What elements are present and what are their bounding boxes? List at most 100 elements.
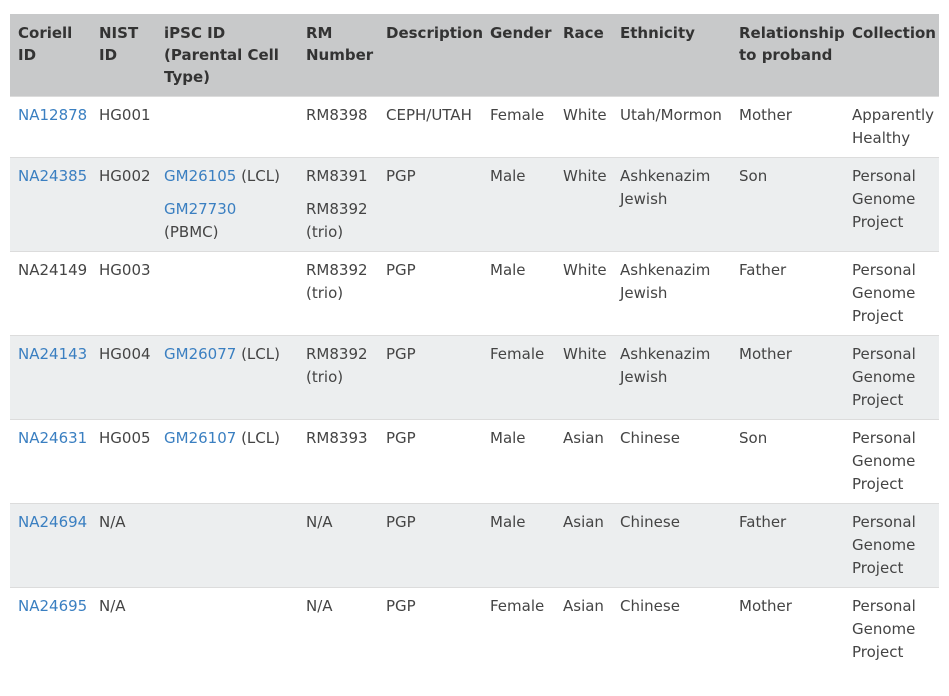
cell-rm-number: RM8391 RM8392 (trio)	[298, 157, 378, 252]
cell-nist-id: N/A	[91, 587, 156, 671]
ipsc-cell-type: (LCL)	[236, 429, 280, 447]
cell-rm-number: RM8393	[298, 419, 378, 504]
cell-coriell-id: NA24631	[10, 419, 91, 504]
rm-number-entry: RM8392 (trio)	[306, 261, 368, 302]
cell-description: PGP	[378, 503, 482, 588]
rm-number-entry: RM8398	[306, 106, 368, 124]
cell-description: CEPH/UTAH	[378, 96, 482, 158]
cell-relationship: Father	[731, 503, 844, 588]
rm-number-entry: RM8392 (trio)	[306, 345, 368, 386]
table-row: NA24695 N/A N/A PGP Female Asian Chinese Mother…	[10, 587, 939, 671]
cell-ipsc-id: GM26107 (LCL)	[156, 419, 298, 504]
ipsc-id-link[interactable]: GM27730	[164, 200, 236, 218]
genome-samples-table: Coriell ID NIST ID iPSC ID (Parental Cel…	[10, 14, 939, 671]
table-header: Coriell ID NIST ID iPSC ID (Parental Cel…	[10, 14, 939, 97]
ipsc-entry: GM26107 (LCL)	[164, 427, 290, 450]
cell-race: White	[555, 251, 612, 336]
cell-race: Asian	[555, 503, 612, 588]
cell-relationship: Mother	[731, 96, 844, 158]
cell-gender: Male	[482, 251, 555, 336]
header-rm-number: RM Number	[298, 14, 378, 97]
ipsc-id-link[interactable]: GM26105	[164, 167, 236, 185]
ipsc-cell-type: (LCL)	[236, 345, 280, 363]
table-row: NA12878 HG001 RM8398 CEPH/UTAH Female White Ut…	[10, 96, 939, 158]
cell-ethnicity: Utah/Mormon	[612, 96, 731, 158]
cell-gender: Male	[482, 503, 555, 588]
header-ipsc-id: iPSC ID (Parental Cell Type)	[156, 14, 298, 97]
cell-relationship: Son	[731, 419, 844, 504]
rm-number-entry: RM8393	[306, 429, 368, 447]
table-body: NA12878 HG001 RM8398 CEPH/UTAH Female White Ut…	[10, 96, 939, 671]
cell-ethnicity: Ashkenazim Jewish	[612, 251, 731, 336]
header-relationship: Relationship to proband	[731, 14, 845, 97]
cell-ipsc-id	[156, 251, 298, 336]
cell-relationship: Mother	[731, 587, 844, 671]
cell-relationship: Father	[731, 251, 844, 336]
cell-race: Asian	[555, 419, 612, 504]
ipsc-entry: GM26105 (LCL)	[164, 165, 290, 188]
header-nist-id: NIST ID	[91, 14, 156, 97]
cell-nist-id: HG002	[91, 157, 156, 252]
header-row: Coriell ID NIST ID iPSC ID (Parental Cel…	[10, 14, 939, 97]
cell-gender: Female	[482, 96, 555, 158]
cell-gender: Male	[482, 419, 555, 504]
cell-rm-number: RM8392 (trio)	[298, 335, 378, 420]
cell-nist-id: HG003	[91, 251, 156, 336]
cell-description: PGP	[378, 251, 482, 336]
page-content: Coriell ID NIST ID iPSC ID (Parental Cel…	[0, 0, 949, 671]
cell-ethnicity: Chinese	[612, 419, 731, 504]
coriell-id-link[interactable]: NA24694	[18, 513, 87, 531]
cell-ipsc-id: GM26105 (LCL) GM27730 (PBMC)	[156, 157, 298, 252]
cell-rm-number: N/A	[298, 587, 378, 671]
ipsc-cell-type: (PBMC)	[164, 223, 219, 241]
cell-collection: Personal Genome Project	[844, 503, 939, 588]
cell-coriell-id: NA12878	[10, 96, 91, 158]
coriell-id-link[interactable]: NA24143	[18, 345, 87, 363]
cell-coriell-id: NA24694	[10, 503, 91, 588]
coriell-id-text: NA24149	[18, 261, 88, 279]
cell-ethnicity: Chinese	[612, 587, 731, 671]
cell-relationship: Mother	[731, 335, 844, 420]
table-row: NA24143 HG004 GM26077 (LCL) RM8392 (trio) PG…	[10, 335, 939, 420]
ipsc-entry: GM26077 (LCL)	[164, 343, 290, 366]
cell-ethnicity: Ashkenazim Jewish	[612, 335, 731, 420]
cell-coriell-id: NA24143	[10, 335, 91, 420]
coriell-id-link[interactable]: NA24631	[18, 429, 87, 447]
ipsc-id-link[interactable]: GM26077	[164, 345, 236, 363]
cell-description: PGP	[378, 419, 482, 504]
rm-number-entry: N/A	[306, 513, 333, 531]
cell-gender: Female	[482, 335, 555, 420]
cell-rm-number: N/A	[298, 503, 378, 588]
cell-rm-number: RM8392 (trio)	[298, 251, 378, 336]
cell-race: Asian	[555, 587, 612, 671]
cell-ipsc-id: GM26077 (LCL)	[156, 335, 298, 420]
header-gender: Gender	[482, 14, 555, 97]
coriell-id-link[interactable]: NA12878	[18, 106, 87, 124]
cell-collection: Personal Genome Project	[844, 419, 939, 504]
cell-description: PGP	[378, 335, 482, 420]
coriell-id-link[interactable]: NA24385	[18, 167, 87, 185]
cell-ethnicity: Chinese	[612, 503, 731, 588]
cell-description: PGP	[378, 157, 482, 252]
cell-ethnicity: Ashkenazim Jewish	[612, 157, 731, 252]
table-row: NA24694 N/A N/A PGP Male Asian Chinese Father Pe…	[10, 503, 939, 588]
cell-race: White	[555, 335, 612, 420]
rm-number-entry: RM8392 (trio)	[306, 200, 368, 241]
cell-description: PGP	[378, 587, 482, 671]
header-race: Race	[555, 14, 612, 97]
cell-coriell-id: NA24149	[10, 251, 91, 336]
cell-coriell-id: NA24385	[10, 157, 91, 252]
cell-gender: Male	[482, 157, 555, 252]
ipsc-id-link[interactable]: GM26107	[164, 429, 236, 447]
cell-ipsc-id	[156, 503, 298, 588]
table-row: NA24385 HG002 GM26105 (LCL) GM27730 (PBMC) R…	[10, 157, 939, 252]
cell-rm-number: RM8398	[298, 96, 378, 158]
ipsc-entry: GM27730 (PBMC)	[164, 198, 290, 244]
cell-race: White	[555, 157, 612, 252]
table-row: NA24149 HG003 RM8392 (trio) PGP Male White Ash…	[10, 251, 939, 336]
cell-collection: Apparently Healthy	[844, 96, 939, 158]
cell-collection: Personal Genome Project	[844, 587, 939, 671]
cell-collection: Personal Genome Project	[844, 157, 939, 252]
coriell-id-link[interactable]: NA24695	[18, 597, 87, 615]
cell-nist-id: HG004	[91, 335, 156, 420]
